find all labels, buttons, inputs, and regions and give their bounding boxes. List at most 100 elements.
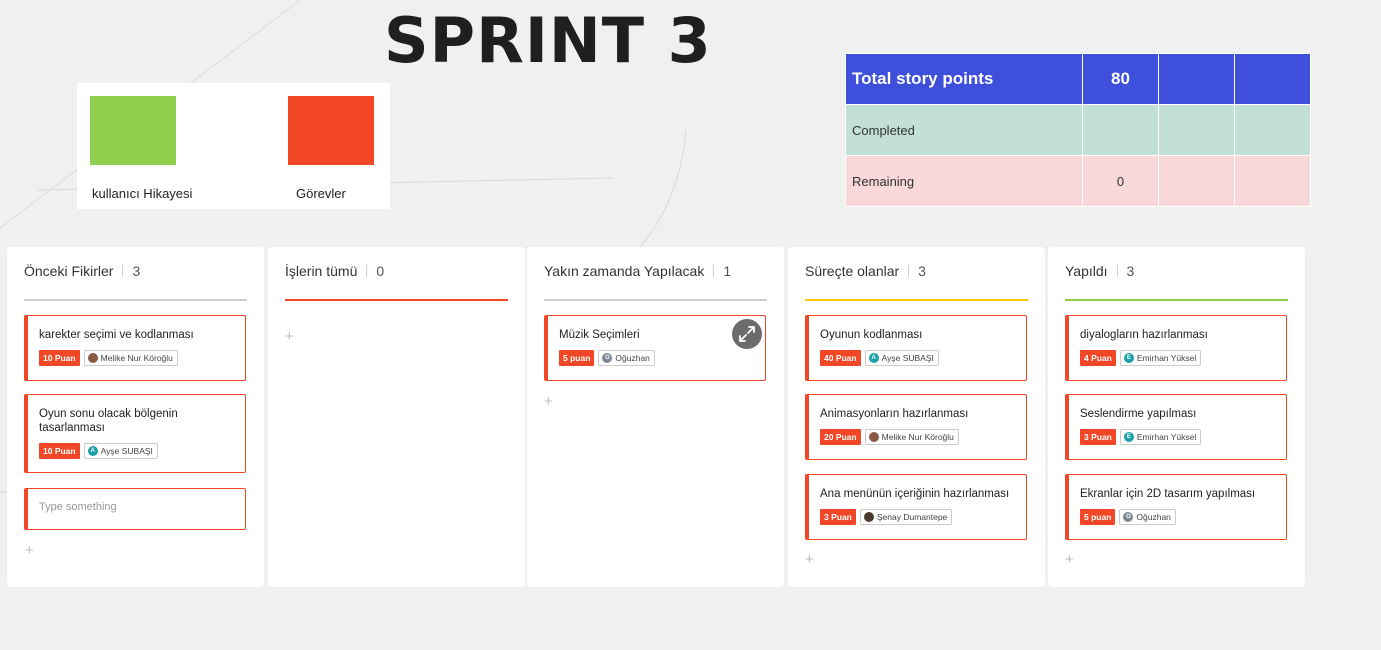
card-title: Seslendirme yapılması — [1080, 408, 1197, 420]
board-title: SPRINT 3 — [384, 4, 712, 77]
new-card-input[interactable]: Type something — [24, 488, 246, 530]
table-cell-label[interactable]: Completed — [845, 104, 1083, 156]
card-title: Ekranlar için 2D tasarım yapılması — [1080, 488, 1256, 500]
task-card[interactable]: Müzik Seçimleri 5 puan O Oğuzhan — [544, 315, 766, 381]
column-title: İşlerin tümü — [285, 263, 358, 279]
points-tag[interactable]: 40 Puan — [820, 350, 861, 366]
legend-label-user-story: kullanıcı Hikayesi — [92, 186, 193, 201]
column-count: 3 — [132, 263, 141, 279]
avatar: A — [868, 353, 879, 363]
assignee-name: Emirhan Yüksel — [1136, 432, 1197, 442]
add-card-plus-icon[interactable]: + — [544, 394, 553, 409]
legend-label-tasks: Görevler — [296, 186, 346, 201]
assignee-name: Oğuzhan — [615, 353, 650, 363]
column-header[interactable]: Yapıldı 3 — [1065, 263, 1288, 301]
points-tag[interactable]: 10 Puan — [39, 443, 80, 459]
avatar: O — [1123, 512, 1134, 522]
points-tag[interactable]: 10 Puan — [39, 350, 80, 366]
table-cell-empty[interactable] — [1234, 53, 1311, 105]
points-tag[interactable]: 4 Puan — [1080, 350, 1116, 366]
assignee-tag[interactable]: Şenay Dumantepe — [859, 509, 953, 525]
add-card-plus-icon[interactable]: + — [25, 543, 34, 558]
table-cell-empty[interactable] — [1158, 104, 1235, 156]
table-cell-label[interactable]: Remaining — [845, 155, 1083, 207]
table-cell-value[interactable]: 0 — [1082, 155, 1159, 207]
legend-swatch-tasks — [288, 96, 374, 165]
column-count: 1 — [723, 263, 732, 279]
points-tag[interactable]: 3 Puan — [1080, 429, 1116, 445]
card-title: Animasyonların hazırlanması — [820, 408, 969, 420]
assignee-tag[interactable]: E Emirhan Yüksel — [1119, 429, 1202, 445]
legend-swatch-user-story — [90, 96, 176, 165]
column-title: Süreçte olanlar — [805, 263, 900, 279]
task-card[interactable]: Ekranlar için 2D tasarım yapılması 5 pua… — [1065, 474, 1287, 540]
avatar — [868, 432, 879, 442]
table-cell-label[interactable]: Total story points — [845, 53, 1083, 105]
task-card[interactable]: Ana menünün içeriğinin hazırlanması 3 Pu… — [805, 474, 1027, 540]
task-card[interactable]: karekter seçimi ve kodlanması 10 Puan Me… — [24, 315, 246, 381]
assignee-name: Oğuzhan — [1136, 512, 1171, 522]
avatar: O — [602, 353, 613, 363]
card-title: Oyunun kodlanması — [820, 329, 923, 341]
column-count: 3 — [1126, 263, 1135, 279]
card-title: Müzik Seçimleri — [559, 329, 640, 341]
assignee-name: Şenay Dumantepe — [876, 512, 948, 522]
table-cell-empty[interactable] — [1234, 104, 1311, 156]
task-card[interactable]: Oyun sonu olacak bölgenin tasarlanması 1… — [24, 394, 246, 473]
task-card[interactable]: diyalogların hazırlanması 4 Puan E Emirha… — [1065, 315, 1287, 381]
kanban-column-all-tasks: İşlerin tümü 0 + — [268, 247, 525, 587]
assignee-tag[interactable]: A Ayşe SUBAŞI — [864, 350, 939, 366]
kanban-column-previous-ideas: Önceki Fikirler 3 karekter seçimi ve kodl… — [7, 247, 264, 587]
legend-panel: kullanıcı Hikayesi Görevler — [77, 83, 390, 209]
column-header[interactable]: Yakın zamanda Yapılacak 1 — [544, 263, 767, 301]
card-title: Ana menünün içeriğinin hazırlanması — [820, 488, 1010, 500]
column-title: Yakın zamanda Yapılacak — [544, 263, 705, 279]
points-tag[interactable]: 3 Puan — [820, 509, 856, 525]
kanban-column-in-progress: Süreçte olanlar 3 Oyunun kodlanması 40 Pu… — [788, 247, 1045, 587]
assignee-tag[interactable]: E Emirhan Yüksel — [1119, 350, 1202, 366]
avatar: E — [1123, 353, 1134, 363]
task-card[interactable]: Seslendirme yapılması 3 Puan E Emirhan Yü… — [1065, 394, 1287, 460]
story-points-table: Total story points 80 Completed Remainin… — [845, 53, 1311, 207]
task-card[interactable]: Oyunun kodlanması 40 Puan A Ayşe SUBAŞI — [805, 315, 1027, 381]
table-cell-value[interactable] — [1082, 104, 1159, 156]
table-row: Total story points 80 — [845, 53, 1311, 105]
column-header[interactable]: İşlerin tümü 0 — [285, 263, 508, 301]
assignee-name: Ayşe SUBAŞI — [100, 446, 153, 456]
assignee-tag[interactable]: O Oğuzhan — [598, 350, 655, 366]
table-cell-empty[interactable] — [1158, 53, 1235, 105]
assignee-tag[interactable]: Melike Nur Köroğlu — [83, 350, 178, 366]
assignee-name: Emirhan Yüksel — [1136, 353, 1197, 363]
column-title: Yapıldı — [1065, 263, 1108, 279]
card-title: Oyun sonu olacak bölgenin tasarlanması — [39, 408, 178, 434]
add-card-plus-icon[interactable]: + — [805, 552, 814, 567]
points-tag[interactable]: 5 puan — [1080, 509, 1116, 525]
table-row: Completed — [845, 104, 1311, 156]
expand-icon[interactable] — [732, 319, 762, 349]
assignee-name: Melike Nur Köroğlu — [881, 432, 954, 442]
assignee-name: Ayşe SUBAŞI — [881, 353, 934, 363]
points-tag[interactable]: 20 Puan — [820, 429, 861, 445]
new-card-placeholder: Type something — [39, 501, 117, 513]
add-card-plus-icon[interactable]: + — [285, 329, 294, 344]
column-header[interactable]: Önceki Fikirler 3 — [24, 263, 247, 301]
table-cell-value[interactable]: 80 — [1082, 53, 1159, 105]
assignee-name: Melike Nur Köroğlu — [100, 353, 173, 363]
points-tag[interactable]: 5 puan — [559, 350, 595, 366]
card-title: karekter seçimi ve kodlanması — [39, 329, 194, 341]
assignee-tag[interactable]: O Oğuzhan — [1119, 509, 1176, 525]
table-cell-empty[interactable] — [1234, 155, 1311, 207]
assignee-tag[interactable]: A Ayşe SUBAŞI — [83, 443, 158, 459]
column-count: 3 — [918, 263, 926, 279]
column-count: 0 — [376, 263, 385, 279]
table-row: Remaining 0 — [845, 155, 1311, 207]
column-header[interactable]: Süreçte olanlar 3 — [805, 263, 1028, 301]
column-title: Önceki Fikirler — [24, 263, 114, 279]
add-card-plus-icon[interactable]: + — [1065, 552, 1074, 567]
avatar — [863, 512, 874, 522]
assignee-tag[interactable]: Melike Nur Köroğlu — [864, 429, 959, 445]
table-cell-empty[interactable] — [1158, 155, 1235, 207]
card-title: diyalogların hazırlanması — [1080, 329, 1208, 341]
avatar: A — [87, 446, 98, 456]
task-card[interactable]: Animasyonların hazırlanması 20 Puan Meli… — [805, 394, 1027, 460]
